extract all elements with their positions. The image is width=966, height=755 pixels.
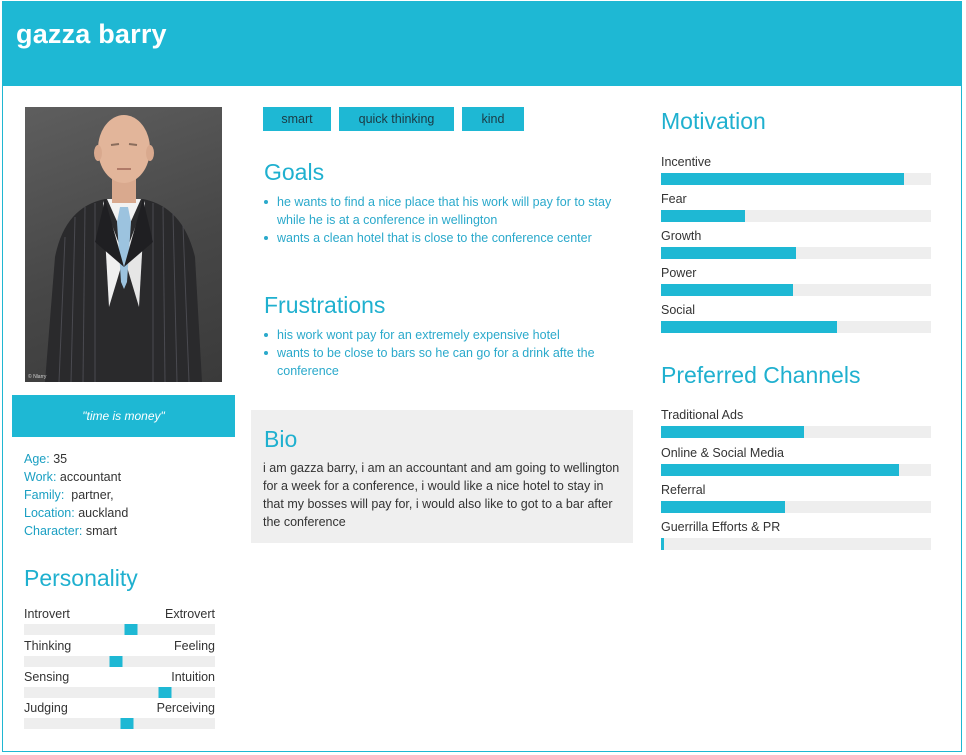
meter-track: [661, 173, 931, 185]
meter-track: [661, 426, 931, 438]
meter-track: [661, 501, 931, 513]
scale-track: [24, 687, 215, 698]
meter-label: Referral: [661, 483, 706, 497]
channel-guerrilla: Guerrilla Efforts & PR: [661, 520, 931, 550]
detail-work: Work: accountant: [24, 470, 122, 484]
goal-item: wants a clean hotel that is close to the…: [264, 229, 629, 247]
detail-age: Age: 35: [24, 452, 68, 466]
channel-online-social: Online & Social Media: [661, 446, 931, 476]
meter-label: Power: [661, 266, 697, 280]
tag-quick-thinking: quick thinking: [339, 107, 454, 131]
motivation-social: Social: [661, 303, 931, 333]
meter-fill: [661, 426, 805, 438]
meter-track: [661, 321, 931, 333]
goal-item: he wants to find a nice place that his w…: [264, 193, 629, 229]
scale-right-label: Perceiving: [156, 701, 215, 715]
meter-label: Online & Social Media: [661, 446, 784, 460]
channel-referral: Referral: [661, 483, 931, 513]
scale-marker: [158, 687, 172, 698]
frustrations-title: Frustrations: [264, 292, 386, 318]
scale-left-label: Sensing: [24, 670, 70, 684]
meter-track: [661, 538, 931, 550]
personality-scale-sensing-intuition: Sensing Intuition: [24, 670, 215, 698]
meter-fill: [661, 464, 899, 476]
motivation-power: Power: [661, 266, 931, 296]
detail-character: Character: smart: [24, 524, 118, 538]
persona-details: Age: 35 Work: accountant Family: partner…: [24, 450, 128, 540]
meter-track: [661, 464, 931, 476]
meter-label: Social: [661, 303, 696, 317]
goals-list: he wants to find a nice place that his w…: [264, 193, 629, 247]
scale-right-label: Intuition: [171, 670, 215, 684]
meter-label: Guerrilla Efforts & PR: [661, 520, 781, 534]
persona-portrait-image: [45, 115, 202, 382]
meter-fill: [661, 247, 796, 259]
meter-fill: [661, 501, 786, 513]
meter-fill: [661, 284, 794, 296]
header-bar: gazza barry: [3, 2, 961, 86]
meter-fill: [661, 538, 664, 550]
meter-label: Fear: [661, 192, 687, 206]
personality-scale-judging-perceiving: Judging Perceiving: [24, 701, 215, 729]
detail-family: Family: partner,: [24, 488, 114, 502]
meter-label: Traditional Ads: [661, 408, 744, 422]
persona-name: gazza barry: [16, 19, 167, 49]
persona-photo: © Nlarry: [25, 107, 222, 382]
scale-track: [24, 718, 215, 729]
personality-title: Personality: [24, 565, 138, 591]
detail-location: Location: auckland: [24, 506, 129, 520]
meter-track: [661, 210, 931, 222]
motivation-growth: Growth: [661, 229, 931, 259]
photo-copyright: © Nlarry: [28, 374, 47, 380]
channels-title: Preferred Channels: [661, 362, 861, 388]
meter-fill: [661, 321, 837, 333]
meter-label: Growth: [661, 229, 702, 243]
scale-left-label: Introvert: [24, 607, 70, 621]
bio-text: i am gazza barry, i am an accountant and…: [263, 461, 620, 529]
scale-marker: [120, 718, 134, 729]
goals-title: Goals: [264, 159, 325, 185]
tag-smart: smart: [263, 107, 331, 131]
scale-right-label: Feeling: [174, 639, 215, 653]
channel-traditional-ads: Traditional Ads: [661, 408, 931, 438]
motivation-title: Motivation: [661, 108, 766, 134]
bio-title: Bio: [264, 426, 298, 452]
meter-fill: [661, 210, 745, 222]
scale-marker: [109, 656, 123, 667]
motivation-incentive: Incentive: [661, 155, 931, 185]
meter-fill: [661, 173, 904, 185]
meter-track: [661, 284, 931, 296]
scale-right-label: Extrovert: [164, 607, 215, 621]
personality-scale-thinking-feeling: Thinking Feeling: [24, 639, 215, 667]
meter-track: [661, 247, 931, 259]
frustration-item: his work wont pay for an extremely expen…: [264, 326, 629, 344]
frustration-item: wants to be close to bars so he can go f…: [264, 344, 629, 380]
scale-left-label: Judging: [24, 701, 68, 715]
meter-label: Incentive: [661, 155, 712, 169]
frustrations-list: his work wont pay for an extremely expen…: [264, 326, 629, 380]
scale-marker: [124, 624, 138, 635]
scale-track: [24, 624, 215, 635]
motivation-fear: Fear: [661, 192, 931, 222]
scale-track: [24, 656, 215, 667]
personality-scale-introvert-extrovert: Introvert Extrovert: [24, 607, 215, 635]
scale-left-label: Thinking: [24, 639, 72, 653]
bio-panel: Bio i am gazza barry, i am an accountant…: [251, 410, 633, 543]
persona-quote: "time is money": [12, 395, 235, 437]
tag-kind: kind: [462, 107, 524, 131]
